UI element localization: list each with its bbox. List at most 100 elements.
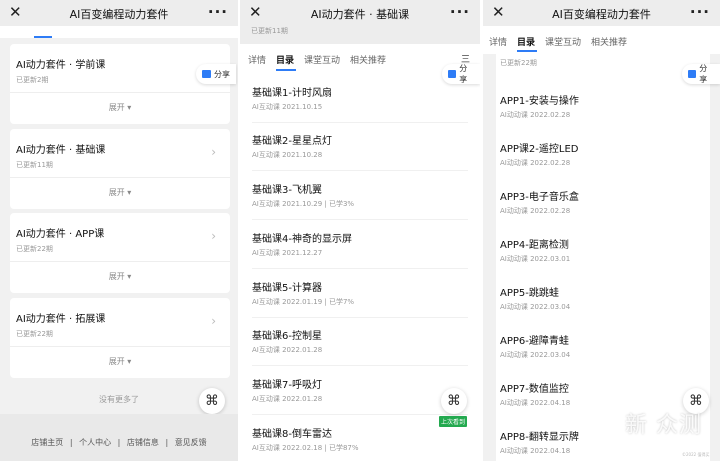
lesson-title: 基础课3-飞机翼 [252, 185, 322, 196]
course-card-preschool[interactable]: AI动力套件 · 学前课 已更新2期 展开 ▾ [10, 44, 230, 124]
tab-recommend[interactable]: 相关推荐 [591, 35, 627, 48]
last-seen-badge: 上次看到 [439, 416, 468, 427]
lesson-title: 基础课2-星星点灯 [252, 136, 332, 147]
separator: | [69, 438, 73, 447]
lesson-meta: AI动动课 2022.04.18 [500, 447, 571, 455]
tab-interaction[interactable]: 课堂互动 [304, 53, 340, 66]
tab-bar: 详情 目录 课堂互动 相关推荐 [483, 26, 720, 54]
lesson-item[interactable]: 基础课2-星星点灯 AI互动课 2021.10.28 [240, 132, 480, 180]
tab-details[interactable]: 详情 [248, 53, 266, 66]
more-icon[interactable]: ··· [450, 3, 470, 21]
tab-catalog[interactable]: 目录 [517, 35, 535, 48]
course-title: AI动力套件 · 学前课 [16, 60, 106, 71]
course-card-basic[interactable]: AI动力套件 · 基础课 已更新11期 › 展开 ▾ [10, 129, 230, 209]
footer-link-profile[interactable]: 个人中心 [79, 438, 111, 447]
lesson-item[interactable]: APP6-避障青蛙 AI动动课 2022.03.04 [496, 332, 710, 380]
lesson-title: APP3-电子音乐盒 [500, 192, 579, 203]
tab-interaction[interactable]: 课堂互动 [545, 35, 581, 48]
watermark-caption: ©2022 值得买 [682, 452, 710, 457]
divider [252, 122, 468, 123]
footer-link-feedback[interactable]: 意见反馈 [175, 438, 207, 447]
share-label: 分享 [699, 64, 708, 84]
chevron-right-icon: › [211, 314, 216, 328]
share-button[interactable]: 分享 [682, 64, 720, 84]
lesson-item[interactable]: APP课2-遥控LED AI动动课 2022.02.28 [496, 140, 710, 188]
course-card-app[interactable]: AI动力套件 · APP课 已更新22期 › 展开 ▾ [10, 213, 230, 293]
expand-button[interactable]: 展开 ▾ [10, 356, 230, 367]
more-icon[interactable]: ··· [690, 3, 710, 21]
footer-link-home[interactable]: 店铺主页 [31, 438, 63, 447]
course-overview-panel: ✕ AI百变编程动力套件 ··· AI动力套件 · 学前课 已更新2期 展开 ▾… [0, 0, 238, 461]
page-title: AI百变编程动力套件 [552, 8, 651, 21]
course-title: AI动力套件 · 基础课 [16, 145, 106, 156]
more-icon[interactable]: ··· [208, 3, 228, 21]
course-title: AI动力套件 · 拓展课 [16, 314, 106, 325]
lesson-meta: AI动动课 2022.02.28 [500, 159, 571, 167]
course-updated: 已更新2期 [16, 76, 49, 84]
lesson-meta: AI动动课 2022.03.04 [500, 303, 571, 311]
lesson-item[interactable]: 基础课4-神奇的显示屏 AI互动课 2021.12.27 [240, 230, 480, 278]
lesson-meta: AI互动课 2022.01.28 [252, 395, 323, 403]
lesson-title: 基础课1-计时风扇 [252, 88, 332, 99]
separator: | [117, 438, 121, 447]
separator: | [165, 438, 169, 447]
expand-button[interactable]: 展开 ▾ [10, 187, 230, 198]
lesson-item[interactable]: 基础课8-倒车雷达 AI互动课 2022.02.18 | 已学87% [240, 425, 480, 461]
title-bar: ✕ AI动力套件 · 基础课 ··· [240, 0, 480, 26]
divider [252, 414, 468, 415]
divider [10, 177, 230, 178]
course-updated: 已更新11期 [16, 161, 53, 169]
expand-button[interactable]: 展开 ▾ [10, 271, 230, 282]
footer-link-info[interactable]: 店铺信息 [127, 438, 159, 447]
lesson-title: APP1-安装与操作 [500, 96, 579, 107]
lesson-meta: AI互动课 2021.10.15 [252, 103, 323, 111]
lesson-item[interactable]: 基础课3-飞机翼 AI互动课 2021.10.29 | 已学3% [240, 181, 480, 229]
expand-button[interactable]: 展开 ▾ [10, 102, 230, 113]
divider [252, 170, 468, 171]
lesson-title: APP4-距离检测 [500, 240, 569, 251]
lesson-meta: AI互动课 2021.10.29 | 已学3% [252, 200, 355, 208]
lesson-item[interactable]: 基础课5-计算器 AI互动课 2022.01.19 | 已学7% [240, 279, 480, 327]
page-title: AI百变编程动力套件 [69, 8, 169, 21]
divider [10, 261, 230, 262]
lesson-meta: AI动动课 2022.04.18 [500, 399, 571, 407]
lesson-meta: AI互动课 2022.01.28 [252, 346, 323, 354]
lesson-meta: AI互动课 2022.02.18 | 已学87% [252, 444, 359, 452]
lesson-meta: AI互动课 2021.12.27 [252, 249, 323, 257]
lesson-item[interactable]: 基础课1-计时风扇 AI互动课 2021.10.15 [240, 84, 480, 132]
share-icon [448, 70, 457, 78]
lesson-title: 基础课6-控制星 [252, 331, 322, 342]
course-card-extension[interactable]: AI动力套件 · 拓展课 已更新22期 › 展开 ▾ [10, 298, 230, 378]
tab-underline [34, 36, 52, 38]
divider [252, 365, 468, 366]
tab-details[interactable]: 详情 [489, 35, 507, 48]
lesson-title: APP7-数值监控 [500, 384, 569, 395]
menu-grid-icon[interactable]: ⌘ [199, 388, 225, 414]
lesson-item[interactable]: 基础课6-控制星 AI互动课 2022.01.28 [240, 327, 480, 375]
lesson-title: 基础课4-神奇的显示屏 [252, 234, 352, 245]
course-header: 已更新11期 [240, 26, 480, 44]
course-title: AI动力套件 · APP课 [16, 229, 105, 240]
divider [252, 219, 468, 220]
basic-course-panel: ✕ AI动力套件 · 基础课 ··· 已更新11期 详情 目录 课堂互动 相关推… [240, 0, 480, 461]
lesson-meta: AI动动课 2022.02.28 [500, 207, 571, 215]
lesson-item[interactable]: APP3-电子音乐盒 AI动动课 2022.02.28 [496, 188, 710, 236]
watermark-logo: 新 众测 [625, 413, 702, 438]
divider [252, 317, 468, 318]
share-button[interactable]: 分享 [442, 64, 480, 84]
divider [10, 92, 230, 93]
menu-grid-icon[interactable]: ⌘ [441, 388, 467, 414]
tab-recommend[interactable]: 相关推荐 [350, 53, 386, 66]
lesson-item[interactable]: APP4-距离检测 AI动动课 2022.03.01 [496, 236, 710, 284]
lesson-title: APP5-跳跳蛙 [500, 288, 559, 299]
tab-catalog[interactable]: 目录 [276, 53, 294, 66]
lesson-item[interactable]: APP1-安装与操作 AI动动课 2022.02.28 [496, 92, 710, 140]
lesson-item[interactable]: APP5-跳跳蛙 AI动动课 2022.03.04 [496, 284, 710, 332]
course-updated: 已更新22期 [16, 245, 53, 253]
lesson-title: 基础课7-呼吸灯 [252, 380, 322, 391]
chevron-right-icon: › [211, 145, 216, 159]
chevron-right-icon: › [211, 229, 216, 243]
share-button[interactable]: 分享 [196, 64, 236, 84]
tab-underline [276, 69, 296, 71]
lesson-meta: AI互动课 2021.10.28 [252, 151, 323, 159]
